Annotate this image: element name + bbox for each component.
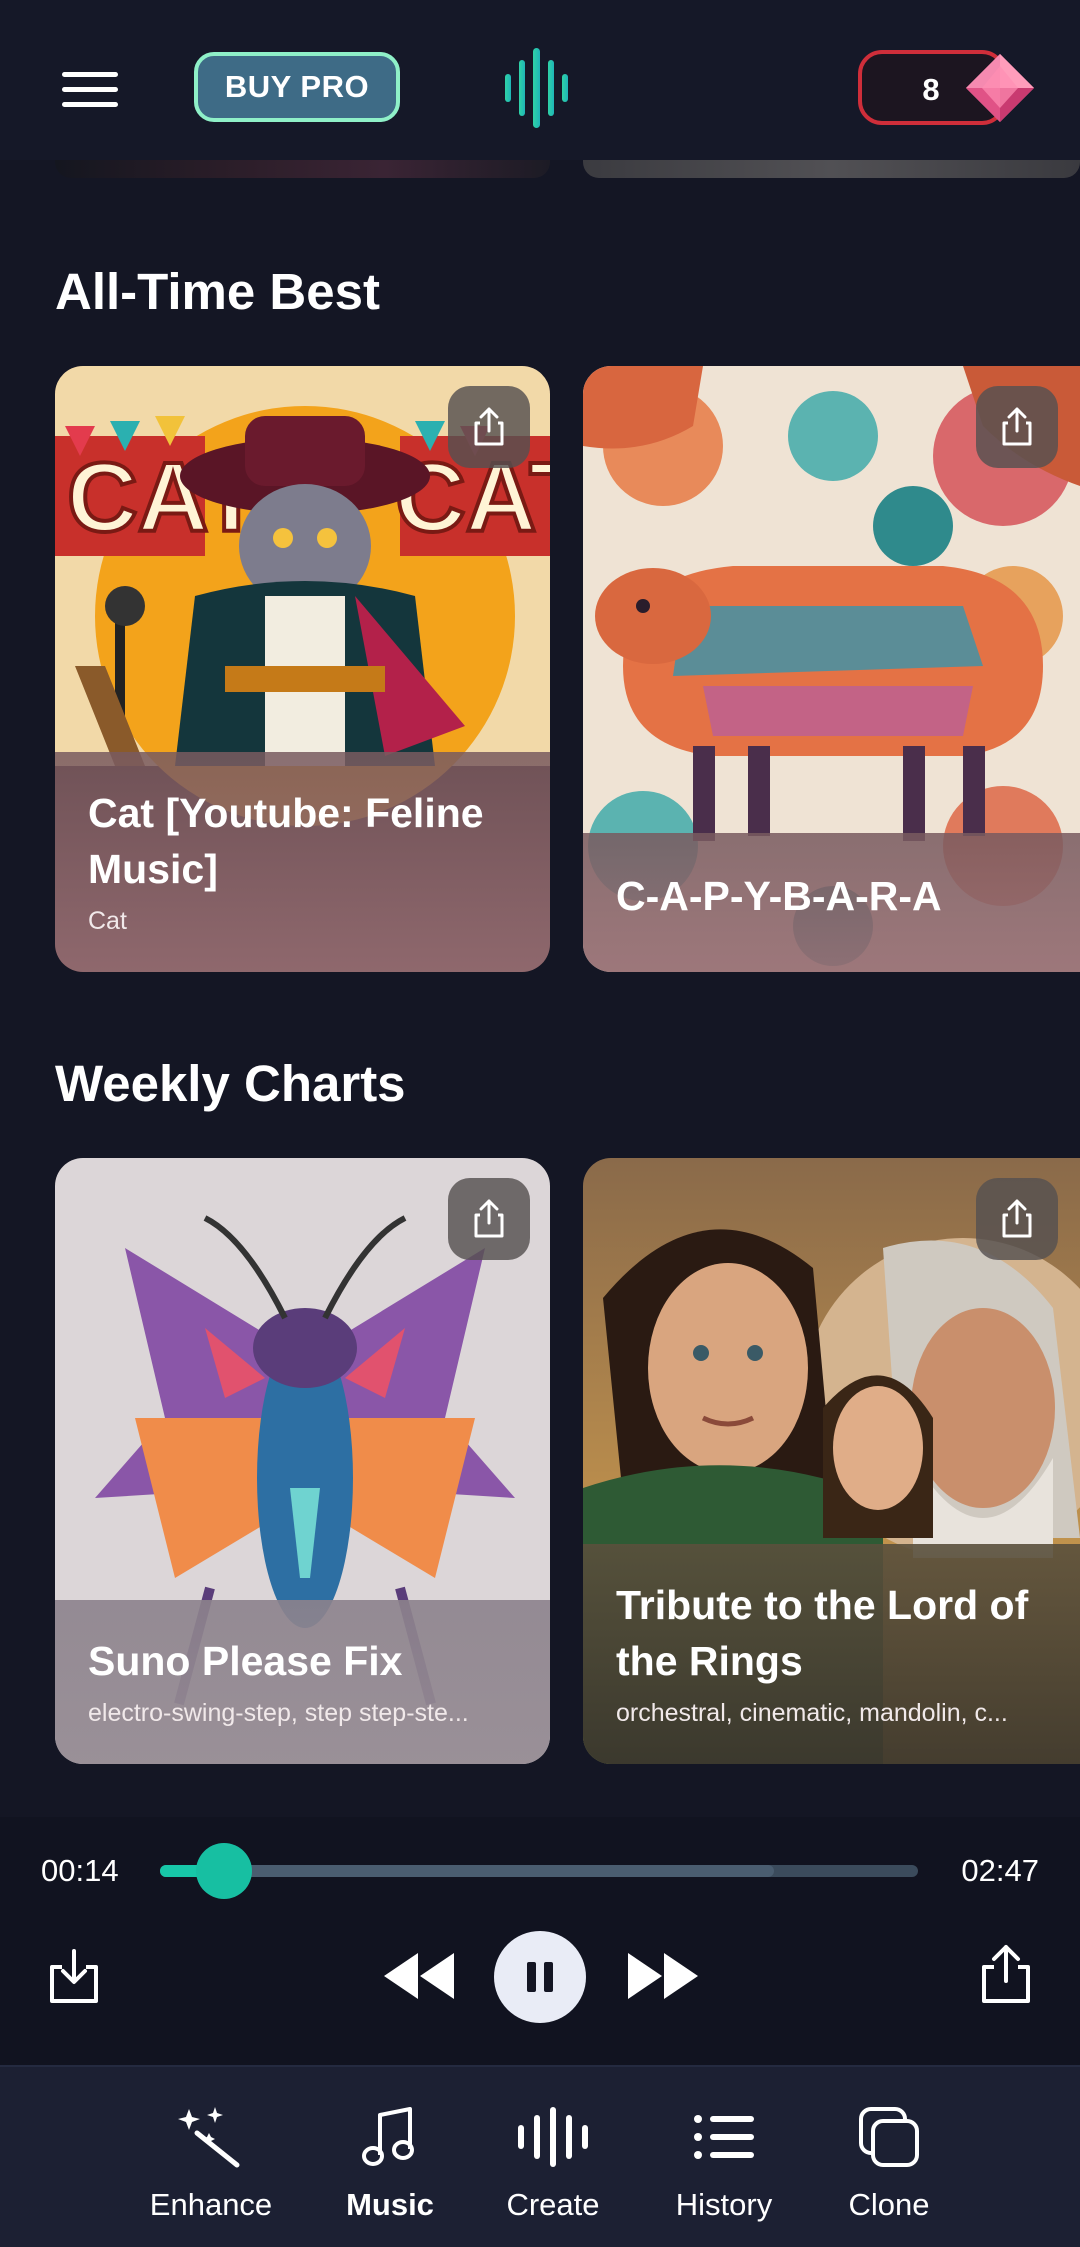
music-player: 00:14 02:47 [0,1817,1080,2065]
card-caption: Suno Please Fix electro-swing-step, step… [55,1599,550,1764]
song-card[interactable]: Suno Please Fix electro-swing-step, step… [55,1158,550,1764]
nav-item-history[interactable]: History [644,2105,804,2223]
card-caption: C-A-P-Y-B-A-R-A [583,832,1080,972]
song-card[interactable]: C-A-P-Y-B-A-R-A [583,366,1080,972]
share-button[interactable] [976,1178,1058,1260]
buffered-bar [160,1865,774,1877]
rewind-icon[interactable] [382,1951,456,2001]
song-tags: electro-swing-step, step step-ste... [88,1699,469,1727]
share-icon [474,407,504,446]
nav-item-music[interactable]: Music [310,2105,470,2223]
top-bar: BUY PRO 8 [0,0,1080,160]
list-icon [694,2115,754,2159]
nav-label: Music [346,2187,434,2222]
pause-icon [527,1962,553,1992]
card-caption: Tribute to the Lord of the Rings orchest… [583,1544,1080,1764]
nav-label: Clone [848,2187,930,2222]
pause-button[interactable] [494,1931,586,2023]
bottom-navigation: Enhance Music Create History Clone [0,2065,1080,2247]
previous-card-edge [55,160,550,178]
previous-card-edge [583,160,1080,178]
gem-icon [966,54,1034,122]
song-title: Suno Please Fix [88,1637,403,1684]
section-title: All-Time Best [55,263,380,320]
section-title: Weekly Charts [55,1055,406,1112]
waveform-icon [518,2107,588,2167]
nav-item-enhance[interactable]: Enhance [131,2105,291,2223]
nav-label: Enhance [149,2187,273,2222]
progress-slider[interactable] [160,1843,918,1899]
song-card[interactable]: Tribute to the Lord of the Rings orchest… [583,1158,1080,1764]
nav-item-clone[interactable]: Clone [809,2105,969,2223]
share-button[interactable] [448,1178,530,1260]
app-logo-waveform-icon [505,48,568,128]
share-icon [1002,407,1032,446]
song-tags: orchestral, cinematic, mandolin, c... [616,1699,1008,1727]
share-icon [1002,1199,1032,1238]
song-title: Tribute to the Lord of the Rings [616,1582,1029,1684]
buy-pro-button[interactable]: BUY PRO [194,52,400,122]
song-title: C-A-P-Y-B-A-R-A [616,872,942,919]
elapsed-time: 00:14 [41,1853,119,1888]
menu-icon[interactable] [62,72,118,108]
progress-thumb[interactable] [195,1843,252,1899]
magic-wand-icon [178,2107,240,2168]
song-tags: Cat [88,907,127,935]
share-button[interactable] [448,386,530,468]
download-icon[interactable] [48,1947,100,2005]
share-icon [474,1199,504,1238]
nav-label: History [675,2187,773,2222]
total-duration: 02:47 [961,1853,1039,1888]
song-card[interactable]: CAT CAT Cat [Youtube: Feline Music] Cat [55,366,550,972]
clone-icon [859,2107,919,2167]
song-title: Cat [Youtube: Feline Music] [88,790,484,892]
share-icon[interactable] [980,1943,1032,2005]
music-note-icon [362,2107,414,2166]
card-caption: Cat [Youtube: Feline Music] Cat [55,752,550,972]
share-button[interactable] [976,386,1058,468]
fast-forward-icon[interactable] [626,1951,700,2001]
nav-label: Create [506,2187,600,2222]
nav-item-create[interactable]: Create [473,2105,633,2223]
